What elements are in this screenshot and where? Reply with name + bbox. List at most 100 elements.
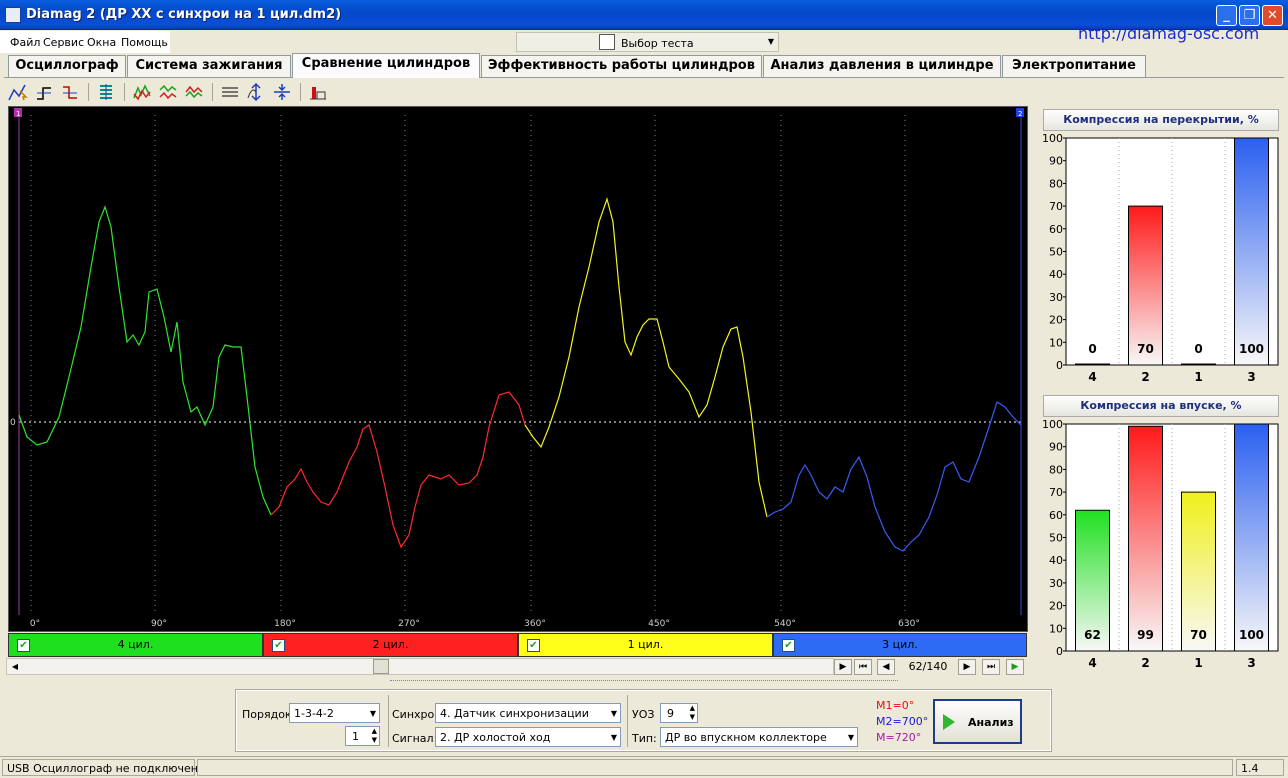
channel-cyl1[interactable]: ✔ 1 цил. [518,633,773,657]
horizontal-scrollbar[interactable]: ◀ [6,658,834,675]
play-button[interactable]: ▶ [1006,659,1024,675]
channel-checkbox[interactable]: ✔ [527,639,540,652]
tab-cylinder-efficiency[interactable]: Эффективность работы цилиндров [481,55,762,77]
spin-arrows-icon[interactable]: ▲ ▼ [690,704,695,722]
website-link[interactable]: http://diamag-osc.com [1078,24,1259,43]
menu-help[interactable]: Помощь [121,36,168,49]
toolbar-separator [88,83,89,101]
spring-icon[interactable] [96,82,116,102]
channel-checkbox[interactable]: ✔ [272,639,285,652]
minimize-button[interactable]: _ [1216,5,1237,26]
divider [388,695,389,747]
y-tick-label: 50 [1049,532,1063,545]
compress-vertical-icon[interactable] [272,82,292,102]
splitter[interactable] [390,680,898,686]
overlay-traces-icon[interactable] [132,82,152,102]
bar [1075,363,1110,366]
channel-label: 1 цил. [627,638,664,651]
compare-traces-icon[interactable] [184,82,204,102]
bar-value-label: 99 [1137,628,1154,642]
channel-cyl2[interactable]: ✔ 2 цил. [263,633,518,657]
y-tick-label: 60 [1049,223,1063,236]
shift-traces-icon[interactable] [158,82,178,102]
uoz-spin[interactable]: 9 ▲ ▼ [660,703,698,723]
tab-pressure-analysis[interactable]: Анализ давления в цилиндре [763,55,1001,77]
trace-cyl-4 [766,401,1022,552]
test-select-dropdown[interactable]: Выбор теста ▼ [516,32,779,52]
y-tick-label: 30 [1049,291,1063,304]
x-tick-label: 180° [274,619,296,629]
y-tick-label: 70 [1049,486,1063,499]
tab-ignition[interactable]: Система зажигания [127,55,291,77]
marker-label: 1 [16,110,20,118]
bar-chart-icon[interactable] [308,82,328,102]
connection-status: USB Осциллограф не подключен [2,759,198,776]
x-tick-label: 450° [648,619,670,629]
order-spin[interactable]: 1 ▲ ▼ [345,726,380,746]
channel-label: 2 цил. [372,638,409,651]
y-tick-label: 40 [1049,268,1063,281]
marker-m: M=720° [876,731,922,744]
rising-edge-icon[interactable] [34,82,54,102]
zero-label: 0 [10,418,16,428]
cursor-curve-icon[interactable] [8,82,28,102]
scroll-thumb[interactable] [373,659,389,674]
y-tick-label: 90 [1049,441,1063,454]
tab-cylinder-comparison[interactable]: Сравнение цилиндров [292,53,480,78]
analyze-button[interactable]: Анализ [933,699,1022,744]
spin-arrows-icon[interactable]: ▲ ▼ [372,727,377,745]
channel-cyl3[interactable]: ✔ 3 цил. [773,633,1027,657]
menu-windows[interactable]: Окна [87,36,116,49]
channel-checkbox[interactable]: ✔ [782,639,795,652]
prev-page-button[interactable]: ◀ [877,659,895,675]
bar-value-label: 0 [1088,342,1096,356]
channel-cyl4[interactable]: ✔ 4 цил. [8,633,263,657]
tab-oscillograph[interactable]: Осциллограф [8,55,126,77]
sync-value: 4. Датчик синхронизации [440,707,589,720]
bar [1234,137,1269,366]
intake-compression-chart: 0 10 20 30 40 50 60 70 80 90 100 62 4 99 2 70 1 100 3 [1040,418,1281,674]
x-tick-label: 90° [151,619,167,629]
menu-file[interactable]: Файл [10,36,40,49]
first-page-button[interactable]: ⏮ [854,659,872,675]
horizontal-lines-icon[interactable] [220,82,240,102]
x-tick-label: 270° [398,619,420,629]
maximize-button[interactable]: ❐ [1239,5,1260,26]
menu-service[interactable]: Сервис [43,36,84,49]
x-tick-label: 540° [774,619,796,629]
signal-combo[interactable]: 2. ДР холостой ход ▼ [435,727,621,747]
close-button[interactable]: ✕ [1262,5,1283,26]
app-icon[interactable] [5,7,21,23]
order-combo[interactable]: 1-3-4-2 ▼ [289,703,380,723]
scroll-left-icon[interactable]: ◀ [7,659,23,674]
tab-power-supply[interactable]: Электропитание [1002,55,1146,77]
oscilloscope-view[interactable]: 0° 90° 180° 270° 360° 450° 540° 630° 0 1 2 [8,106,1028,632]
x-category-label: 3 [1247,656,1255,670]
tab-panel-border [4,77,1284,78]
vertical-scale-icon[interactable] [246,82,266,102]
next-page-button[interactable]: ▶ [958,659,976,675]
y-tick-label: 40 [1049,554,1063,567]
x-category-label: 2 [1141,656,1149,670]
settings-panel: Порядок 1-3-4-2 ▼ 1 ▲ ▼ Синхро: 4. Датчик с… [235,689,1052,752]
y-tick-label: 60 [1049,509,1063,522]
chevron-down-icon: ▼ [610,733,617,742]
play-right-icon[interactable]: ▶ [834,659,852,675]
bar [1128,425,1163,652]
oscilloscope-plot: 0° 90° 180° 270° 360° 450° 540° 630° 0 1 2 [10,108,1024,629]
intake-compression-plot: 0 10 20 30 40 50 60 70 80 90 100 62 4 99 2 70 1 100 3 [1042,418,1279,670]
x-tick-label: 0° [30,619,40,629]
y-tick-label: 0 [1056,645,1063,658]
channel-checkbox[interactable]: ✔ [17,639,30,652]
sync-combo[interactable]: 4. Датчик синхронизации ▼ [435,703,621,723]
gear-document-icon [599,34,615,50]
version-status: 1.4 [1236,759,1284,776]
last-page-button[interactable]: ⏭ [982,659,1000,675]
channel-label: 4 цил. [117,638,154,651]
falling-edge-icon[interactable] [60,82,80,102]
scope-traces [18,196,1022,552]
type-combo[interactable]: ДР во впускном коллекторе ▼ [660,727,858,747]
marker-label: 2 [1018,110,1022,118]
test-select-label: Выбор теста [621,37,694,50]
bar [1234,423,1269,652]
